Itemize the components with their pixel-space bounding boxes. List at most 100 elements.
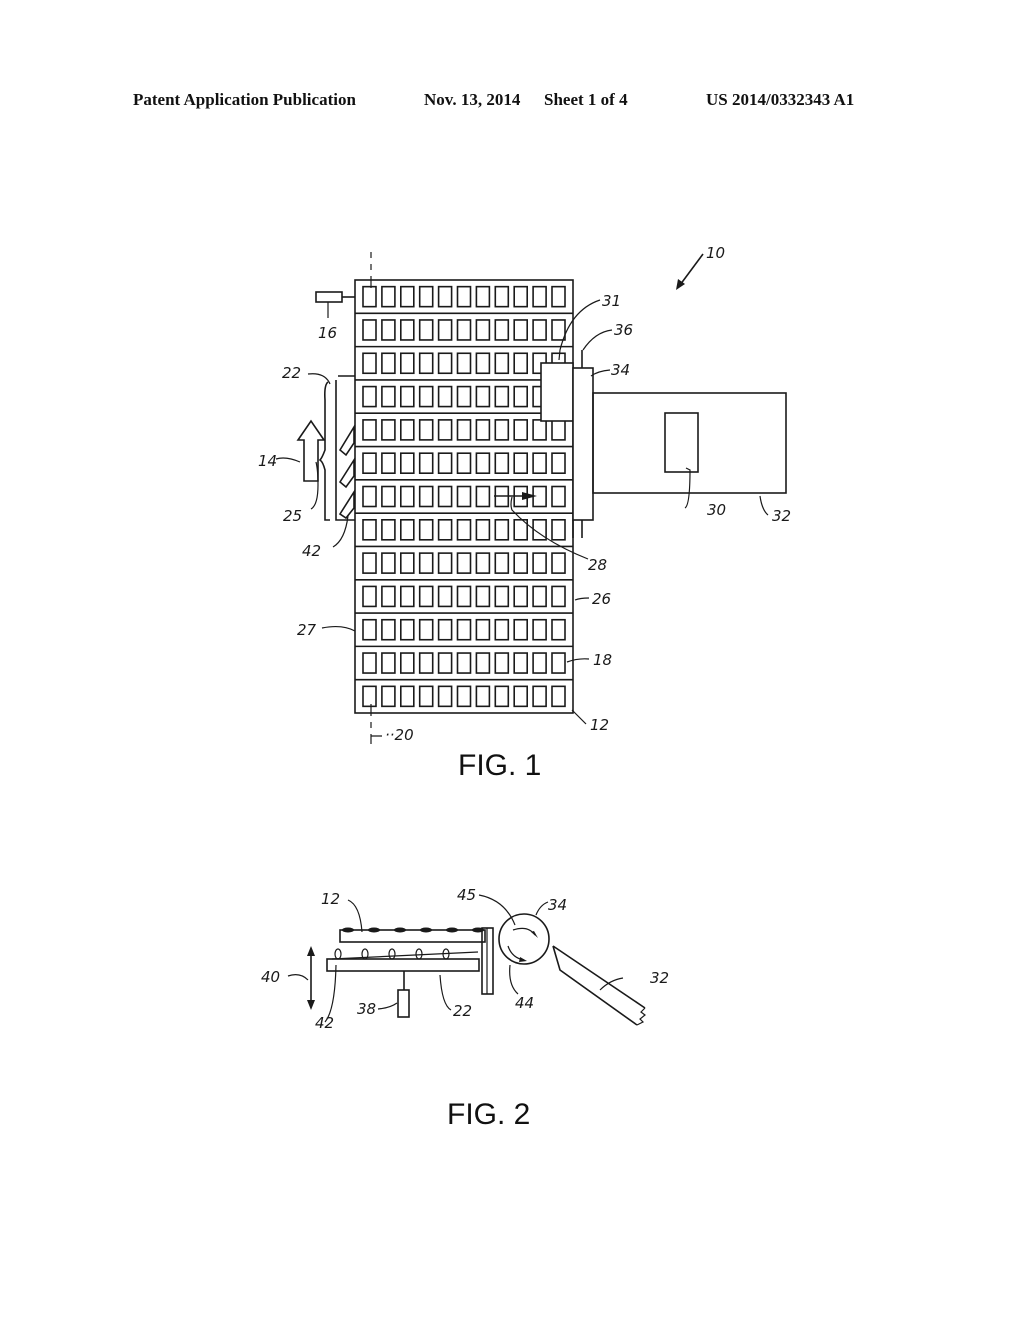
cell (381, 685, 396, 708)
cell (513, 419, 529, 441)
cell (494, 618, 510, 641)
cell (418, 519, 434, 541)
cell (532, 419, 547, 441)
sensor (315, 291, 343, 303)
cell (456, 319, 472, 341)
cell (381, 319, 396, 341)
cell (551, 685, 566, 708)
transfer-arrow-icon (522, 492, 537, 500)
cell (475, 319, 491, 341)
cell (399, 485, 415, 508)
leader-26 (574, 597, 590, 601)
cell (456, 352, 472, 375)
cell (513, 618, 529, 641)
cell (494, 285, 510, 308)
cell (399, 585, 415, 608)
cell (381, 285, 396, 308)
cell (532, 552, 547, 574)
label-44: 44 (515, 994, 534, 1012)
cell (513, 352, 529, 375)
cell (381, 419, 396, 441)
label-42: 42 (302, 542, 321, 560)
cell (437, 385, 453, 408)
leader-36 (582, 329, 613, 351)
cell (381, 585, 396, 608)
cell (456, 285, 472, 308)
figure-1: 10 16 31 36 34 22 14 25 42 30 32 28 26 2… (258, 244, 791, 782)
cell (437, 285, 453, 308)
leader-14 (275, 457, 301, 463)
cell (418, 419, 434, 441)
roller (572, 367, 594, 521)
cell (418, 452, 434, 474)
pusher (415, 948, 423, 960)
cell (362, 552, 377, 574)
cell (437, 319, 453, 341)
cell (362, 452, 377, 474)
cell-bump (446, 927, 458, 933)
cell (437, 652, 453, 674)
cell (456, 685, 472, 708)
cell (475, 585, 491, 608)
platform-outline (335, 380, 355, 521)
label-27: 27 (297, 621, 317, 639)
label-26: 26 (592, 590, 611, 608)
label-18: 18 (593, 651, 612, 669)
leader-25 (310, 461, 319, 510)
label-28: 28 (588, 556, 607, 574)
cell (494, 352, 510, 375)
label-34b: 34 (548, 896, 567, 914)
cell (381, 485, 396, 508)
cell (437, 552, 453, 574)
leader-12 (571, 709, 587, 725)
cell (437, 452, 453, 474)
cell (532, 618, 547, 641)
pusher (334, 948, 342, 960)
cell-bump (342, 927, 354, 933)
cell (381, 385, 396, 408)
label-12: 12 (590, 716, 609, 734)
cell (437, 485, 453, 508)
cell (437, 585, 453, 608)
cell (475, 385, 491, 408)
cell (456, 419, 472, 441)
cell (475, 352, 491, 375)
axis-line-bottom (370, 704, 382, 744)
label-34: 34 (611, 361, 630, 379)
cell (475, 285, 491, 308)
cell (551, 585, 566, 608)
cell (494, 452, 510, 474)
rotation-arrow-upper (512, 927, 536, 936)
cell (418, 319, 434, 341)
pusher (338, 424, 355, 457)
cell (532, 319, 547, 341)
leader-40 (287, 974, 309, 981)
platform-side-view (326, 958, 480, 972)
cell (513, 585, 529, 608)
cell (362, 652, 377, 674)
cell (551, 452, 566, 474)
cell (475, 652, 491, 674)
cell (418, 618, 434, 641)
cell (399, 352, 415, 375)
label-30: 30 (707, 501, 726, 519)
label-36: 36 (614, 321, 633, 339)
cell (456, 452, 472, 474)
cell (551, 519, 566, 541)
cell (456, 618, 472, 641)
cell (399, 319, 415, 341)
cell (399, 618, 415, 641)
cell (381, 552, 396, 574)
cell (456, 585, 472, 608)
leader-18 (566, 658, 590, 663)
cell (551, 652, 566, 674)
cell (532, 652, 547, 674)
cell (475, 552, 491, 574)
roller-side-view (498, 913, 550, 965)
label-20-num: 20 (395, 726, 414, 744)
cell (475, 485, 491, 508)
cell (399, 452, 415, 474)
cell (418, 352, 434, 375)
cell (551, 485, 566, 508)
leader-32 (759, 495, 769, 516)
